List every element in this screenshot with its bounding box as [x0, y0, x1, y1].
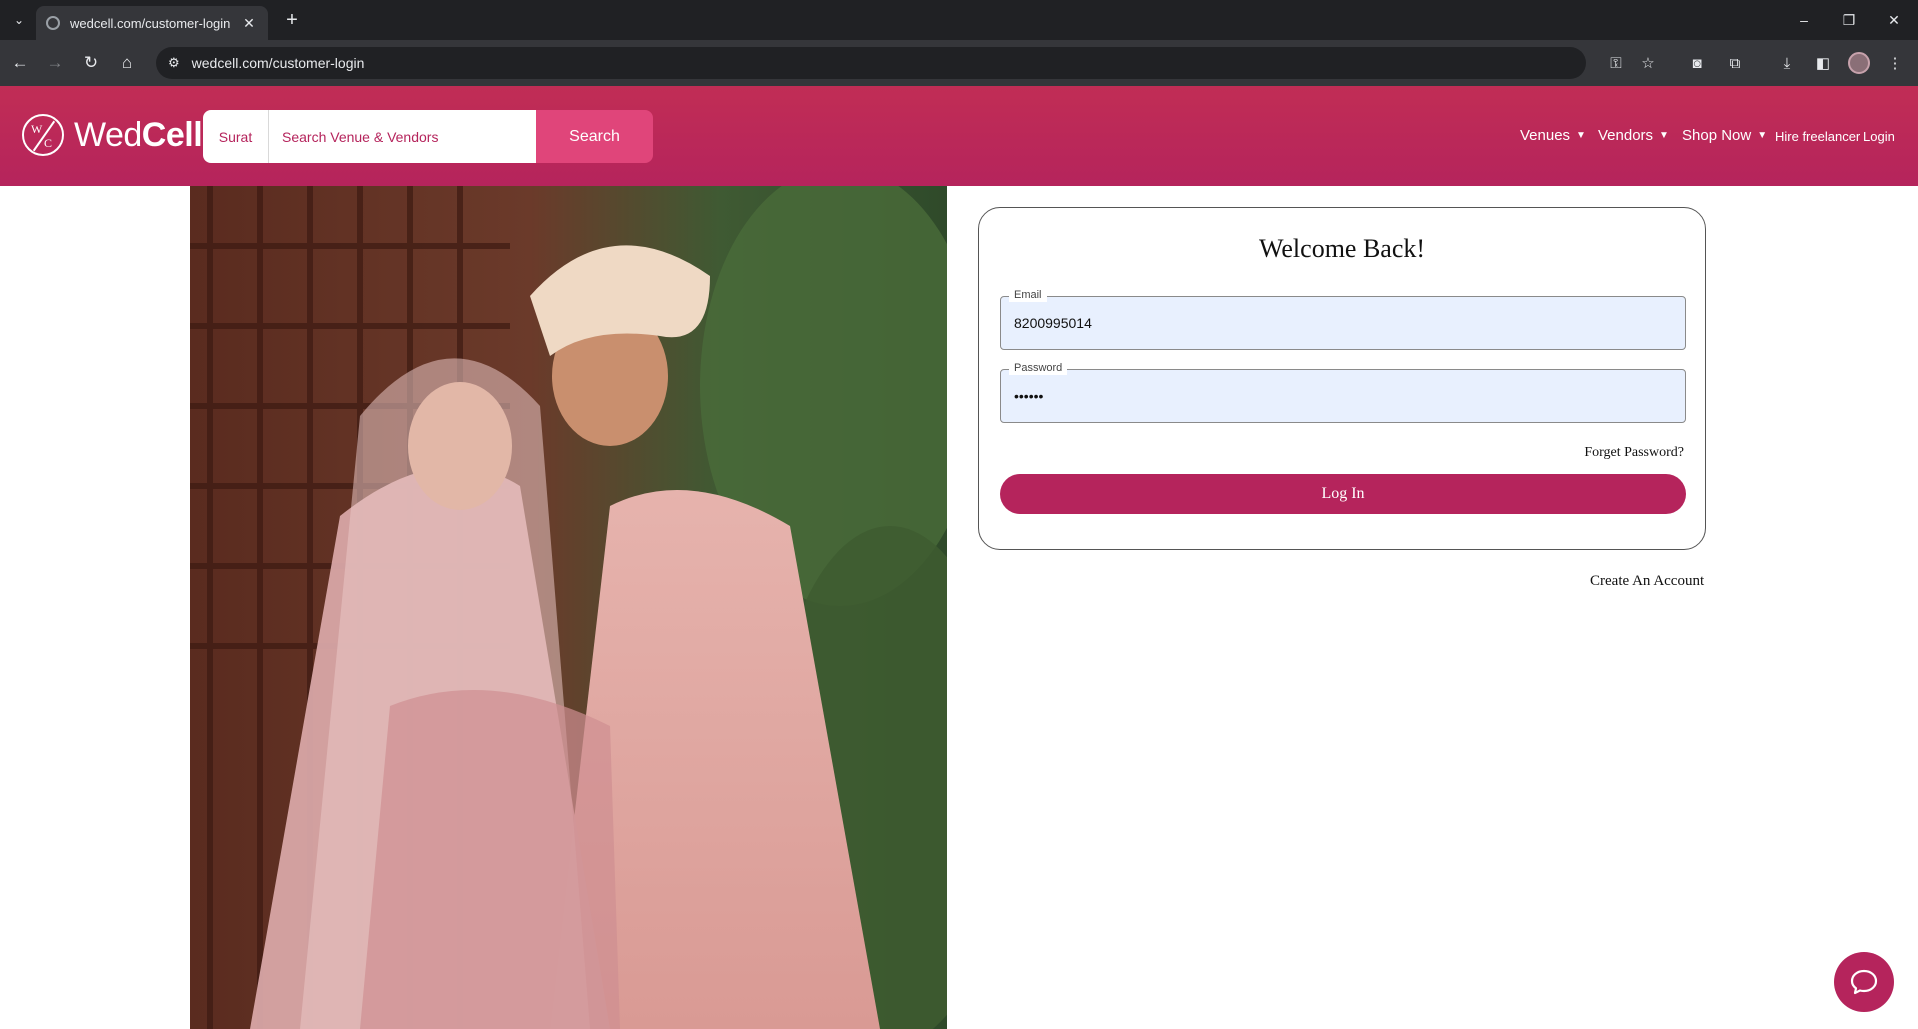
- nav-venues[interactable]: Venues ▼: [1520, 127, 1586, 144]
- chevron-down-icon: ▼: [1576, 130, 1586, 141]
- browser-tab-bar: ⌄ wedcell.com/customer-login ✕ + – ❐ ✕: [0, 0, 1918, 40]
- home-icon[interactable]: ⌂: [115, 51, 139, 75]
- wedcell-logo-mark[interactable]: W C: [22, 114, 64, 156]
- site-header: W C WedCell Surat Search Venues▼ Vendors…: [0, 86, 1918, 186]
- window-close-icon[interactable]: ✕: [1882, 8, 1906, 32]
- chevron-down-icon: ▼: [1659, 130, 1669, 141]
- nav-hire-freelancer[interactable]: Hire freelancer: [1775, 129, 1860, 144]
- password-field[interactable]: Password ••••••: [1000, 361, 1686, 423]
- tab-close-icon[interactable]: ✕: [240, 15, 258, 32]
- key-icon[interactable]: ⚿: [1602, 47, 1630, 79]
- wedcell-logo-text[interactable]: WedCell: [74, 116, 203, 155]
- chevron-down-icon: ▼: [1757, 130, 1768, 141]
- forward-arrow-icon[interactable]: →: [43, 51, 67, 75]
- email-value: 8200995014: [1014, 315, 1092, 331]
- nav-shop-now[interactable]: Shop Now ▼: [1682, 127, 1767, 144]
- password-label: Password: [1009, 361, 1068, 375]
- login-card: Welcome Back! Email 8200995014 Password …: [978, 207, 1706, 550]
- address-bar[interactable]: ⚙ wedcell.com/customer-login: [156, 47, 1586, 79]
- login-button[interactable]: Log In: [1000, 474, 1686, 514]
- nav-vendors[interactable]: Vendors ▼: [1598, 127, 1669, 144]
- kebab-menu-icon[interactable]: ⋮: [1882, 51, 1908, 75]
- city-selector[interactable]: Surat: [203, 110, 269, 163]
- site-info-icon[interactable]: ⚙: [168, 55, 180, 71]
- extensions-puzzle-icon[interactable]: ⧉: [1722, 51, 1748, 75]
- forgot-password-link[interactable]: Forget Password?: [1584, 445, 1684, 461]
- email-label: Email: [1009, 288, 1047, 302]
- side-panel-icon[interactable]: ◧: [1810, 51, 1836, 75]
- reload-icon[interactable]: ↻: [79, 51, 103, 75]
- globe-icon: [46, 16, 60, 30]
- new-tab-plus-icon[interactable]: +: [280, 8, 304, 32]
- camera-icon[interactable]: ◙: [1684, 51, 1710, 75]
- tab-search-chevron-icon[interactable]: ⌄: [8, 9, 30, 31]
- browser-tab-active[interactable]: wedcell.com/customer-login ✕: [36, 6, 268, 40]
- nav-login[interactable]: Login: [1863, 129, 1895, 144]
- create-account-link[interactable]: Create An Account: [1590, 573, 1704, 590]
- chat-bubble-icon: [1850, 969, 1878, 995]
- profile-avatar[interactable]: [1848, 52, 1870, 74]
- bookmark-star-icon[interactable]: ☆: [1634, 47, 1662, 79]
- wedding-couple-photo: [190, 186, 947, 1029]
- tab-title: wedcell.com/customer-login: [70, 15, 231, 31]
- search-input[interactable]: [269, 110, 536, 163]
- back-arrow-icon[interactable]: ←: [8, 51, 32, 75]
- search-bar: Surat Search: [203, 110, 653, 163]
- address-url: wedcell.com/customer-login: [191, 55, 365, 71]
- email-field[interactable]: Email 8200995014: [1000, 288, 1686, 350]
- minimize-icon[interactable]: –: [1792, 8, 1816, 32]
- search-button[interactable]: Search: [536, 110, 653, 163]
- chat-button[interactable]: [1834, 952, 1894, 1012]
- download-icon[interactable]: ⤓: [1774, 51, 1800, 75]
- browser-toolbar: ← → ↻ ⌂ ⚙ wedcell.com/customer-login ⚿ ☆…: [0, 40, 1918, 86]
- login-title: Welcome Back!: [1258, 234, 1426, 263]
- restore-icon[interactable]: ❐: [1837, 8, 1861, 32]
- password-value: ••••••: [1014, 388, 1044, 404]
